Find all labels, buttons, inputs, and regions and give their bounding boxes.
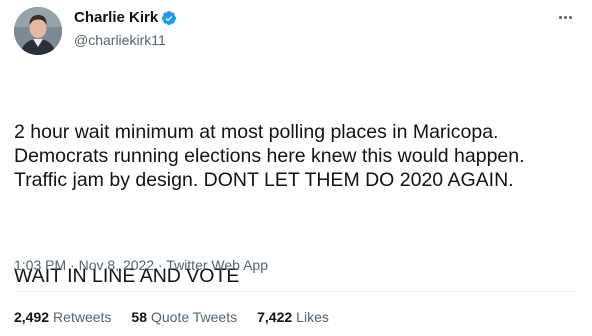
verified-badge-icon xyxy=(161,10,177,26)
author-name-row: Charlie Kirk xyxy=(74,9,177,27)
tweet-source[interactable]: Twitter Web App xyxy=(166,257,268,273)
divider xyxy=(14,291,578,292)
quote-tweets-count: 58 xyxy=(131,309,147,325)
author-display-name[interactable]: Charlie Kirk xyxy=(74,9,158,27)
author-handle[interactable]: @charliekirk11 xyxy=(74,31,166,49)
tweet-text-paragraph-1: 2 hour wait minimum at most polling plac… xyxy=(14,121,530,191)
tweet-time[interactable]: 1:03 PM xyxy=(14,257,66,273)
tweet-metadata: 1:03 PM · Nov 8, 2022 · Twitter Web App xyxy=(14,256,268,274)
retweets-count: 2,492 xyxy=(14,309,50,325)
tweet-text: 2 hour wait minimum at most polling plac… xyxy=(14,72,580,336)
retweets-stat[interactable]: 2,492 Retweets xyxy=(14,308,111,326)
more-options-icon[interactable] xyxy=(554,8,576,26)
more-dot xyxy=(558,15,562,19)
likes-count: 7,422 xyxy=(257,309,293,325)
more-dot xyxy=(563,15,567,19)
engagement-stats: 2,492 Retweets 58 Quote Tweets 7,422 Likes xyxy=(14,308,329,326)
quote-tweets-label: Quote Tweets xyxy=(150,309,238,325)
retweets-label: Retweets xyxy=(53,309,112,325)
quote-tweets-stat[interactable]: 58 Quote Tweets xyxy=(131,308,237,326)
more-dot xyxy=(568,15,572,19)
meta-separator: · xyxy=(70,257,79,273)
tweet-date[interactable]: Nov 8, 2022 xyxy=(79,257,155,273)
avatar[interactable] xyxy=(14,7,62,55)
avatar-image xyxy=(14,7,62,55)
likes-label: Likes xyxy=(296,309,329,325)
likes-stat[interactable]: 7,422 Likes xyxy=(257,308,329,326)
